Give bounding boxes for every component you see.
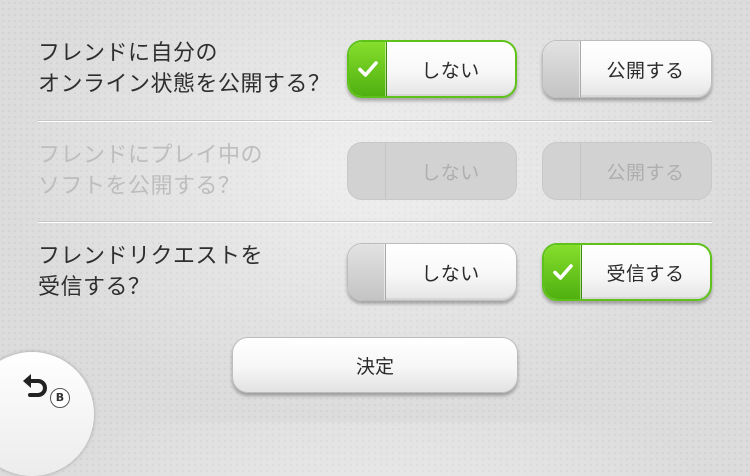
- checkbox-area: [543, 41, 581, 97]
- option-label: しない: [421, 262, 480, 285]
- checkmark-icon: [357, 61, 378, 77]
- option-label: 公開する: [606, 59, 685, 82]
- b-button-icon: B: [50, 388, 70, 408]
- setting-label-playing-software: フレンドにプレイ中の ソフトを公開する？: [38, 121, 338, 221]
- option-label: 受信する: [606, 262, 685, 285]
- checkbox-area: [349, 42, 387, 96]
- setting-row-online-status: フレンドに自分の オンライン状態を公開する？ しない 公開する: [0, 19, 750, 119]
- back-button[interactable]: B: [0, 352, 94, 476]
- checkmark-icon: [552, 264, 573, 280]
- playing-software-option-off: しない: [347, 142, 517, 200]
- setting-label-line1: フレンドリクエストを: [38, 244, 264, 269]
- setting-label-line2: 受信する？: [38, 275, 151, 300]
- online-status-option-off[interactable]: しない: [347, 40, 517, 98]
- setting-label-line2: ソフトを公開する？: [38, 174, 241, 199]
- friend-privacy-settings-screen: フレンドに自分の オンライン状態を公開する？ しない 公開する フレンドにプレイ…: [0, 0, 750, 476]
- setting-row-playing-software: フレンドにプレイ中の ソフトを公開する？ しない 公開する: [0, 121, 750, 221]
- back-arrow-icon: [23, 374, 47, 397]
- checkbox-area: [543, 143, 581, 199]
- option-label: しない: [421, 59, 480, 82]
- setting-label-line1: フレンドに自分の: [38, 41, 219, 66]
- setting-label-online-status: フレンドに自分の オンライン状態を公開する？: [38, 19, 338, 119]
- checkbox-area: [348, 143, 386, 199]
- confirm-button[interactable]: 決定: [232, 337, 518, 393]
- setting-label-line2: オンライン状態を公開する？: [38, 72, 331, 97]
- online-status-option-public[interactable]: 公開する: [542, 40, 712, 98]
- option-label: しない: [421, 161, 480, 184]
- setting-label-line1: フレンドにプレイ中の: [38, 143, 264, 168]
- setting-row-friend-requests: フレンドリクエストを 受信する？ しない 受信する: [0, 222, 750, 322]
- checkbox-area: [348, 244, 386, 300]
- friend-requests-option-receive[interactable]: 受信する: [542, 243, 712, 301]
- playing-software-option-public: 公開する: [542, 142, 712, 200]
- friend-requests-option-off[interactable]: しない: [347, 243, 517, 301]
- checkbox-area: [544, 245, 582, 299]
- setting-label-friend-requests: フレンドリクエストを 受信する？: [38, 222, 338, 322]
- option-label: 公開する: [606, 161, 685, 184]
